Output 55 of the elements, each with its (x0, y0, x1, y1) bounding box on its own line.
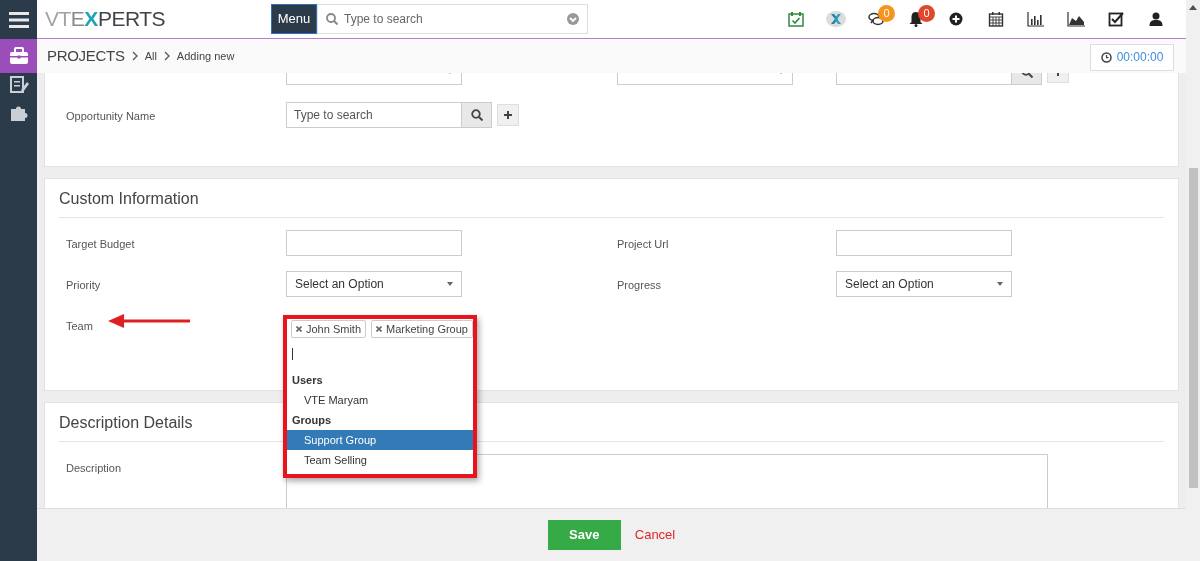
field-label: Progress (617, 278, 662, 293)
text-field[interactable] (836, 230, 1012, 256)
chevron-down-icon (567, 13, 579, 25)
group-heading: Groups (291, 412, 333, 428)
toolbar-button[interactable]: 0 (896, 0, 936, 38)
calendar-icon (988, 11, 1004, 27)
area-chart-icon (1067, 11, 1085, 27)
selected-tag[interactable]: Marketing Group (371, 320, 473, 338)
notification-badge: 0 (878, 5, 895, 22)
group-heading: Users (291, 372, 324, 388)
sidebar-item[interactable] (0, 39, 37, 73)
field-label: Description (66, 461, 122, 476)
clock-icon (1100, 51, 1112, 63)
edit-note-icon (8, 74, 29, 94)
logo: VTEXPERTS (45, 6, 166, 33)
text-cursor (292, 348, 293, 360)
select-dropdown[interactable]: Select an Option (286, 271, 462, 297)
lookup-field[interactable]: Type to search (286, 102, 462, 128)
field-label: Opportunity Name (66, 109, 156, 124)
menu-button[interactable]: Menu (271, 4, 317, 34)
plus-circle-icon (948, 11, 964, 27)
remove-icon (296, 326, 302, 332)
selected-tag[interactable]: John Smith (291, 320, 367, 338)
user-icon (1148, 11, 1164, 27)
x-logo-icon (826, 11, 846, 27)
remove-icon (376, 326, 383, 332)
section-title: Custom Information (59, 187, 1164, 218)
checkbox-icon (1108, 11, 1124, 27)
field-label: Target Budget (66, 237, 135, 252)
cancel-link[interactable]: Cancel (634, 525, 676, 545)
chevron-right-icon (130, 51, 139, 61)
bar-chart-icon (1027, 11, 1045, 27)
timer-button[interactable]: 00:00:00 (1090, 43, 1174, 71)
calendar-check-icon (788, 11, 804, 27)
breadcrumb-link[interactable]: Adding new (176, 47, 235, 65)
briefcase-icon (8, 46, 29, 66)
notification-badge: 0 (918, 5, 935, 22)
field-label: Priority (66, 278, 101, 293)
scrollbar[interactable] (1186, 0, 1200, 561)
caret-icon (997, 282, 1003, 286)
dropdown-option[interactable]: VTE Maryam (287, 390, 473, 410)
breadcrumb-link[interactable]: PROJECTS (47, 44, 125, 68)
scroll-up-icon[interactable] (1189, 4, 1197, 10)
dropdown-option[interactable]: Team Selling (287, 450, 473, 470)
menu-icon (8, 11, 29, 28)
search-field[interactable]: Type to search (317, 4, 588, 34)
field-label: Team (66, 319, 93, 334)
chevron-right-icon (162, 51, 171, 61)
field-label: Project Url (617, 237, 669, 252)
select-dropdown[interactable]: Select an Option (836, 271, 1012, 297)
breadcrumb-link[interactable]: All (144, 47, 157, 65)
caret-icon (447, 282, 453, 286)
dropdown-option[interactable]: Support Group (287, 430, 473, 450)
text-field[interactable] (286, 230, 462, 256)
search-input[interactable]: Type to search (344, 10, 561, 28)
